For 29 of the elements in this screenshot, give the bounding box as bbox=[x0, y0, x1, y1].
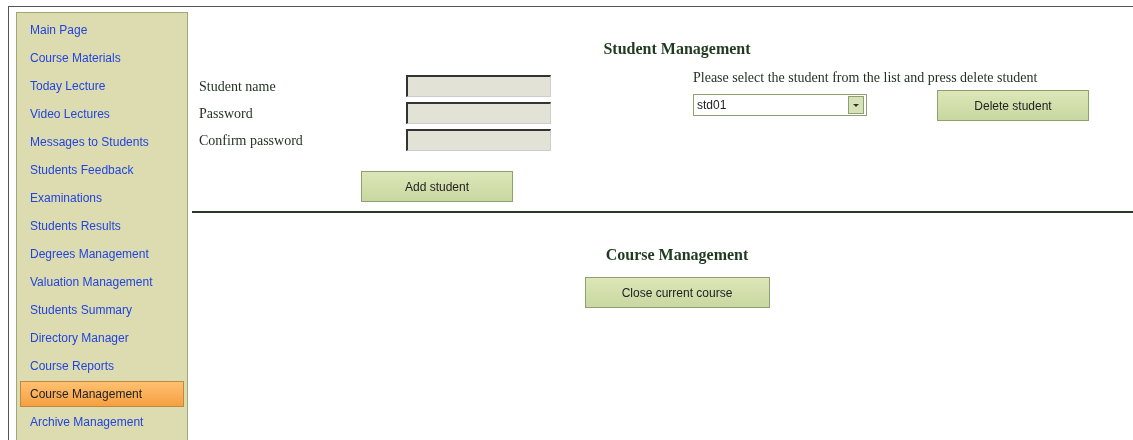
student-select[interactable]: std01 bbox=[693, 94, 867, 116]
sidebar-item[interactable]: Today Lecture bbox=[20, 73, 184, 99]
sidebar-item[interactable]: Students Results bbox=[20, 213, 184, 239]
field-label: Password bbox=[199, 104, 254, 123]
sidebar-item[interactable]: Video Lectures bbox=[20, 101, 184, 127]
sidebar-item[interactable]: Students Summary bbox=[20, 297, 184, 323]
input-field[interactable] bbox=[406, 102, 551, 124]
section-title: Course Management bbox=[604, 245, 750, 263]
section-title: Student Management bbox=[602, 39, 752, 57]
sidebar-item[interactable]: Main Page bbox=[20, 17, 184, 43]
field-label: Confirm password bbox=[199, 131, 304, 150]
close-course-button[interactable]: Close current course bbox=[584, 277, 770, 308]
sidebar-item[interactable]: Archive Management bbox=[20, 409, 184, 435]
input-field[interactable] bbox=[406, 75, 551, 97]
instruction-text: Please select the student from the list and press delete student bbox=[693, 69, 1039, 87]
delete-student-button[interactable]: Delete student bbox=[937, 90, 1089, 121]
sidebar-item[interactable]: Course Reports bbox=[20, 353, 184, 379]
sidebar-item[interactable]: Degrees Management bbox=[20, 241, 184, 267]
add-student-button[interactable]: Add student bbox=[361, 171, 513, 202]
sidebar-item[interactable]: Examinations bbox=[20, 185, 184, 211]
sidebar-item[interactable]: Valuation Management bbox=[20, 269, 184, 295]
caret-icon bbox=[848, 96, 864, 114]
sidebar-item[interactable]: Directory Manager bbox=[20, 325, 184, 351]
sidebar-item[interactable]: Messages to Students bbox=[20, 129, 184, 155]
field-label: Student name bbox=[199, 77, 277, 96]
sidebar-item[interactable]: Course Management bbox=[20, 381, 184, 407]
input-field[interactable] bbox=[406, 129, 551, 151]
sidebar-item[interactable]: Course Materials bbox=[20, 45, 184, 71]
sidebar-item[interactable]: Students Feedback bbox=[20, 157, 184, 183]
